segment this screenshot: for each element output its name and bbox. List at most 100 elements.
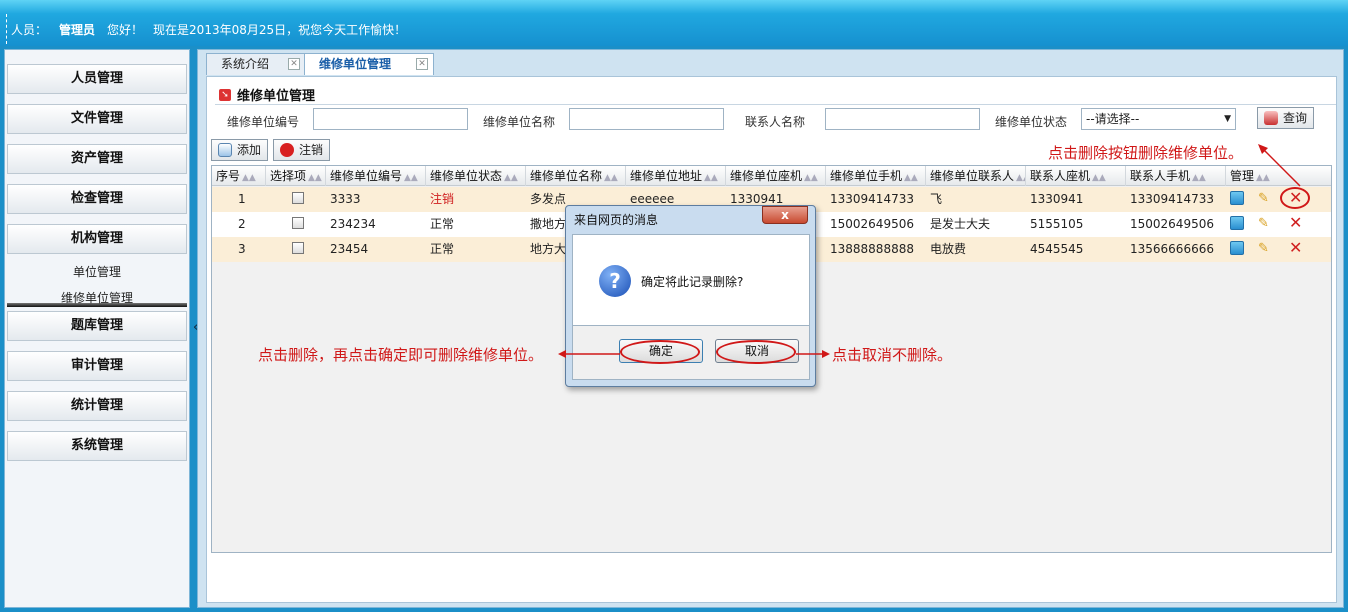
sidebar-item-inspection[interactable]: 检查管理 (7, 184, 187, 214)
add-button[interactable]: 添加 (211, 139, 269, 161)
column-header[interactable]: 序号 ▲▲ (212, 166, 266, 186)
status-select-value: --请选择-- (1086, 112, 1140, 126)
status-select[interactable]: --请选择-- ▼ (1081, 108, 1236, 130)
sidebar-item-question-bank[interactable]: 题库管理 (7, 311, 187, 341)
edit-icon[interactable]: ✎ (1258, 241, 1269, 256)
unit-mobile: 13309414733 (830, 192, 914, 206)
tab-label: 维修单位管理 (319, 57, 392, 71)
panel-title: ➘ 维修单位管理 (219, 85, 315, 104)
search-icon (1264, 111, 1278, 125)
sidebar-item-assets[interactable]: 资产管理 (7, 144, 187, 174)
tab-repair-unit-management[interactable]: 维修单位管理 ✕ (304, 53, 434, 75)
contact-phone: 4545545 (1030, 242, 1084, 256)
cancel-hint-annotation: 点击取消不删除。 (832, 346, 953, 364)
sidebar-subitem-units[interactable]: 单位管理 (5, 263, 189, 280)
unit-status: 正常 (430, 242, 455, 256)
delete-icon[interactable]: ✕ (1289, 213, 1302, 232)
chevron-down-icon: ▼ (1224, 114, 1231, 124)
sidebar-subitem-repair-units[interactable]: 维修单位管理 (5, 289, 189, 306)
sidebar-item-statistics[interactable]: 统计管理 (7, 391, 187, 421)
dialog-body: ? 确定将此记录删除? (572, 234, 810, 326)
tab-close-icon[interactable]: ✕ (288, 58, 300, 70)
dialog-message: 确定将此记录删除? (641, 275, 744, 289)
view-icon[interactable] (1230, 216, 1244, 230)
row-number: 3 (238, 242, 246, 256)
unit-mobile: 13888888888 (830, 242, 914, 256)
panel-title-text: 维修单位管理 (237, 89, 316, 104)
user-name: 管理员 (59, 22, 96, 37)
edit-icon[interactable]: ✎ (1258, 216, 1269, 231)
sidebar-item-files[interactable]: 文件管理 (7, 104, 187, 134)
query-button-label: 查询 (1283, 111, 1308, 125)
top-header: 人员： 管理员 您好！ 现在是2013年08月25日，祝您今天工作愉快！ (0, 0, 1348, 46)
status-label: 维修单位状态 (995, 115, 1068, 129)
unit-mobile: 15002649506 (830, 217, 914, 231)
power-icon (280, 143, 294, 157)
contact-label: 联系人名称 (745, 115, 806, 129)
contact-input[interactable] (825, 108, 980, 130)
name-input[interactable] (569, 108, 724, 130)
sidebar-item-audit[interactable]: 审计管理 (7, 351, 187, 381)
contact-mobile: 13309414733 (1130, 192, 1214, 206)
view-icon[interactable] (1230, 241, 1244, 255)
date-text: 现在是2013年08月25日，祝您今天工作愉快！ (153, 22, 407, 37)
unit-contact: 是发士大夫 (930, 217, 991, 231)
cancel-unit-button[interactable]: 注销 (273, 139, 331, 161)
unit-contact: 电放费 (930, 242, 967, 256)
contact-phone: 5155105 (1030, 217, 1084, 231)
unit-code: 23454 (330, 242, 369, 256)
row-checkbox[interactable] (292, 192, 304, 204)
delete-highlight-ellipse (1280, 187, 1310, 209)
column-header[interactable]: 联系人手机 ▲▲ (1126, 166, 1226, 186)
row-number: 2 (238, 217, 246, 231)
unit-code: 3333 (330, 192, 361, 206)
sidebar-item-organization[interactable]: 机构管理 (7, 224, 187, 254)
column-header[interactable]: 维修单位地址 ▲▲ (626, 166, 726, 186)
column-header[interactable]: 维修单位手机 ▲▲ (826, 166, 926, 186)
tab-system-intro[interactable]: 系统介绍 ✕ (206, 53, 306, 75)
question-icon: ? (599, 265, 631, 297)
edit-icon[interactable]: ✎ (1258, 191, 1269, 206)
unit-status: 注销 (430, 192, 455, 206)
contact-mobile: 13566666666 (1130, 242, 1214, 256)
code-label: 维修单位编号 (227, 115, 300, 129)
annotation-arrow (796, 350, 830, 358)
sidebar-item-personnel[interactable]: 人员管理 (7, 64, 187, 94)
code-input[interactable] (313, 108, 468, 130)
table-header: 序号 ▲▲ 选择项 ▲▲ 维修单位编号 ▲▲ 维修单位状态 ▲▲ 维修单位名称 ▲▲ 维修… (212, 166, 1331, 186)
greeting: 您好！ (107, 22, 144, 37)
name-label: 维修单位名称 (483, 115, 556, 129)
column-header[interactable]: 维修单位状态 ▲▲ (426, 166, 526, 186)
unit-name: 地方大 (530, 242, 567, 256)
column-header[interactable]: 联系人座机 ▲▲ (1026, 166, 1126, 186)
annotation-arrow (558, 350, 620, 358)
column-header[interactable]: 选择项 ▲▲ (266, 166, 326, 186)
tab-close-icon[interactable]: ✕ (416, 58, 428, 70)
divider (215, 104, 1336, 105)
delete-icon[interactable]: ✕ (1289, 238, 1302, 257)
view-icon[interactable] (1230, 191, 1244, 205)
row-checkbox[interactable] (292, 242, 304, 254)
column-header[interactable]: 维修单位联系人▲▲ (926, 166, 1026, 186)
confirm-hint-annotation: 点击删除，再点击确定即可删除维修单位。 (258, 346, 544, 364)
column-header[interactable]: 维修单位座机 ▲▲ (726, 166, 826, 186)
row-number: 1 (238, 192, 246, 206)
cancel-highlight-ellipse (716, 340, 796, 364)
row-checkbox[interactable] (292, 217, 304, 229)
unit-contact: 飞 (930, 192, 943, 206)
annotation-arrow (1258, 144, 1301, 187)
sidebar-item-system[interactable]: 系统管理 (7, 431, 187, 461)
contact-phone: 1330941 (1030, 192, 1084, 206)
add-button-label: 添加 (237, 143, 262, 157)
column-header[interactable]: 维修单位编号 ▲▲ (326, 166, 426, 186)
user-info-bar: 人员： 管理员 您好！ 现在是2013年08月25日，祝您今天工作愉快！ (6, 14, 1344, 44)
unit-status: 正常 (430, 217, 455, 231)
column-header[interactable]: 维修单位名称 ▲▲ (526, 166, 626, 186)
unit-code: 234234 (330, 217, 376, 231)
ok-highlight-ellipse (620, 340, 700, 364)
close-icon[interactable]: x (762, 206, 808, 224)
query-button[interactable]: 查询 (1257, 107, 1315, 129)
contact-mobile: 15002649506 (1130, 217, 1214, 231)
cancel-unit-button-label: 注销 (299, 143, 324, 157)
delete-hint-annotation: 点击删除按钮删除维修单位。 (1048, 144, 1244, 162)
